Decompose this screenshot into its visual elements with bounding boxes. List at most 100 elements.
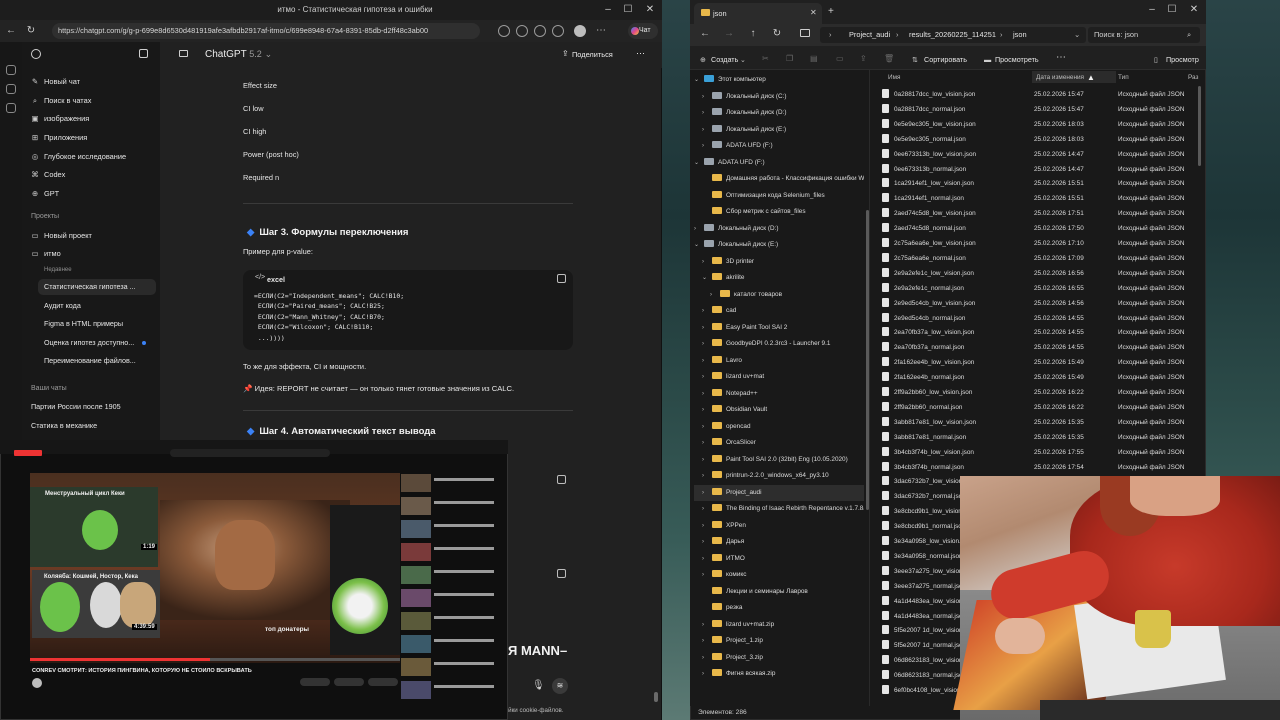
file-row[interactable]: 2fa162ee4b_low_vision.json 25.02.2026 15:…: [882, 355, 1200, 370]
share-button[interactable]: Поделиться: [572, 50, 613, 59]
back-icon[interactable]: ←: [4, 24, 18, 38]
chevron-icon[interactable]: ›: [702, 105, 712, 122]
project-chat-item[interactable]: Figma в HTML примеры: [44, 316, 154, 332]
maximize-icon[interactable]: ☐: [1162, 3, 1182, 17]
sidebar-item-project-itmo[interactable]: ▭ итмо: [30, 246, 154, 262]
paste-icon[interactable]: ▤: [810, 54, 818, 63]
copy-icon[interactable]: [557, 569, 566, 578]
chevron-icon[interactable]: ⌄: [694, 155, 704, 172]
file-row[interactable]: 2ea70fb37a_low_vision.json 25.02.2026 14:…: [882, 325, 1200, 340]
tree-item[interactable]: › каталог товаров: [694, 287, 864, 304]
project-chat-item[interactable]: Статистическая гипотеза ...: [38, 279, 156, 295]
copy-icon[interactable]: [557, 475, 566, 484]
minimize-icon[interactable]: –: [1142, 3, 1162, 17]
chevron-icon[interactable]: ⌄: [694, 237, 704, 254]
related-thumbnail[interactable]: [401, 681, 431, 699]
rail-icon-1[interactable]: [6, 65, 16, 75]
tree-item[interactable]: › cad: [694, 303, 864, 320]
chevron-icon[interactable]: ›: [702, 369, 712, 386]
breadcrumb-item[interactable]: results_20260225_114251: [909, 30, 996, 39]
tree-item[interactable]: › printrun-2.2.0_windows_x64_py3.10: [694, 468, 864, 485]
share-button[interactable]: [334, 678, 364, 686]
like-button[interactable]: [300, 678, 330, 686]
chevron-icon[interactable]: ›: [702, 567, 712, 584]
chevron-icon[interactable]: ›: [710, 287, 720, 304]
delete-icon[interactable]: 🗑: [884, 54, 894, 63]
tree-item[interactable]: › opencad: [694, 419, 864, 436]
file-row[interactable]: 2e9a2efe1c_normal.json 25.02.2026 16:55 Ис…: [882, 281, 1200, 296]
profile-avatar[interactable]: [574, 25, 586, 37]
tree-item[interactable]: ⌄ ADATA UFD (F:): [694, 155, 864, 172]
tree-scrollbar[interactable]: [866, 210, 869, 510]
collections-icon[interactable]: [552, 25, 564, 37]
chevron-icon[interactable]: ›: [702, 485, 712, 502]
related-thumbnail[interactable]: [401, 566, 431, 584]
sidebar-item-deep-research[interactable]: ◎ Глубокое исследование: [30, 149, 154, 165]
column-header-date[interactable]: Дата изменения: [1036, 74, 1084, 81]
chevron-icon[interactable]: ›: [702, 534, 712, 551]
tree-item[interactable]: › Локальный диск (C:): [694, 89, 864, 106]
tree-item[interactable]: › Локальный диск (D:): [694, 105, 864, 122]
file-row[interactable]: 2e9ed5c4cb_normal.json 25.02.2026 14:55 Ис…: [882, 311, 1200, 326]
extension-icon[interactable]: [498, 25, 510, 37]
file-row[interactable]: 0a28817dcc_normal.json 25.02.2026 15:47 Ис…: [882, 102, 1200, 117]
chevron-icon[interactable]: ›: [702, 138, 712, 155]
tree-item[interactable]: ⌄ akrilite: [694, 270, 864, 287]
microphone-icon[interactable]: 🎙: [532, 680, 545, 691]
view-button[interactable]: Просмотреть: [995, 55, 1039, 64]
reload-icon[interactable]: ↻: [24, 24, 38, 38]
chevron-icon[interactable]: ›: [702, 303, 712, 320]
tree-item[interactable]: › Notepad++: [694, 386, 864, 403]
file-row[interactable]: 3b4cb3f74b_low_vision.json 25.02.2026 17:…: [882, 445, 1200, 460]
breadcrumb-item[interactable]: Project_audi: [849, 30, 890, 39]
more-options-icon[interactable]: ⋯: [636, 48, 645, 59]
rail-icon-2[interactable]: [6, 84, 16, 94]
related-thumbnail[interactable]: [401, 658, 431, 676]
file-row[interactable]: 3b4cb3f74b_normal.json 25.02.2026 17:54 Ис…: [882, 460, 1200, 475]
maximize-icon[interactable]: ☐: [618, 3, 638, 17]
youtube-search-field[interactable]: [170, 449, 330, 457]
tree-item[interactable]: › комикс: [694, 567, 864, 584]
tree-item[interactable]: › Фигня всякая.zip: [694, 666, 864, 683]
chevron-icon[interactable]: ›: [702, 650, 712, 667]
chevron-down-icon[interactable]: ⌄: [1074, 30, 1080, 39]
more-icon[interactable]: ⋯: [594, 24, 608, 38]
chevron-icon[interactable]: ›: [702, 452, 712, 469]
tree-item[interactable]: › 3D printer: [694, 254, 864, 271]
tree-item[interactable]: › Project_3.zip: [694, 650, 864, 667]
column-header-name[interactable]: Имя: [888, 74, 900, 81]
tree-item[interactable]: › Obsidian Vault: [694, 402, 864, 419]
related-thumbnail[interactable]: [401, 612, 431, 630]
extensions-icon[interactable]: [534, 25, 546, 37]
file-row[interactable]: 2e9ed5c4cb_low_vision.json 25.02.2026 14:…: [882, 296, 1200, 311]
chevron-icon[interactable]: ⌄: [702, 270, 712, 287]
file-row[interactable]: 3abb817e81_low_vision.json 25.02.2026 15:…: [882, 415, 1200, 430]
file-row[interactable]: 0e5e9ec305_low_vision.json 25.02.2026 18:…: [882, 117, 1200, 132]
tree-item[interactable]: Лекции и семинары Лавров: [694, 584, 864, 601]
file-row[interactable]: 2c75a6ea6e_low_vision.json 25.02.2026 17:…: [882, 236, 1200, 251]
tree-item[interactable]: › The Binding of Isaac Rebirth Repentance…: [694, 501, 864, 518]
more-options-icon[interactable]: ⋯: [1056, 52, 1066, 63]
channel-avatar[interactable]: [32, 678, 42, 688]
chevron-icon[interactable]: ›: [702, 666, 712, 683]
sidebar-item-images[interactable]: ▣ изображения: [30, 111, 154, 127]
forward-icon[interactable]: →: [722, 27, 736, 41]
chevron-icon[interactable]: ›: [702, 419, 712, 436]
related-thumbnail[interactable]: [401, 474, 431, 492]
tree-item[interactable]: › lizard uv+mat.zip: [694, 617, 864, 634]
sidebar-item-search[interactable]: ⌕ Поиск в чатах: [30, 93, 154, 109]
chevron-icon[interactable]: ›: [694, 221, 704, 238]
tree-item[interactable]: › OrcaSlicer: [694, 435, 864, 452]
chevron-icon[interactable]: ⌄: [694, 72, 704, 89]
tree-item[interactable]: резка: [694, 600, 864, 617]
sidebar-toggle-icon[interactable]: [139, 49, 148, 58]
related-thumbnail[interactable]: [401, 497, 431, 515]
chevron-icon[interactable]: ›: [702, 402, 712, 419]
sort-button[interactable]: Сортировать: [924, 55, 967, 64]
tree-item[interactable]: Оптимизация кода Selenium_files: [694, 188, 864, 205]
favorites-icon[interactable]: [516, 25, 528, 37]
tree-item[interactable]: › Easy Paint Tool SAI 2: [694, 320, 864, 337]
file-row[interactable]: 2aed74c5d8_normal.json 25.02.2026 17:50 Ис…: [882, 221, 1200, 236]
rail-icon-3[interactable]: [6, 103, 16, 113]
chevron-icon[interactable]: ›: [702, 501, 712, 518]
